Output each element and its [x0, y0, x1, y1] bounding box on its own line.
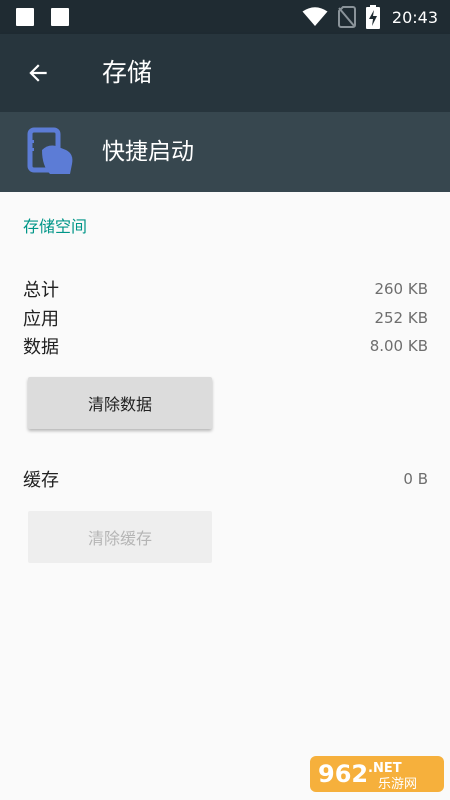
- app-phone-hand-icon: [27, 127, 73, 174]
- back-button[interactable]: [18, 53, 58, 93]
- app-header: 快捷启动: [0, 112, 450, 192]
- toolbar: 存储: [0, 34, 450, 112]
- status-bar: 20:43: [0, 0, 450, 34]
- app-name: 快捷启动: [102, 139, 194, 165]
- status-time: 20:43: [391, 7, 438, 27]
- watermark-logo: 962 .NET 乐游网: [310, 756, 444, 792]
- no-sim-icon: [337, 6, 356, 28]
- row-label: 数据: [23, 337, 59, 358]
- row-label: 总计: [23, 280, 59, 301]
- clear-data-button[interactable]: 清除数据: [28, 377, 212, 429]
- storage-row-app: 应用 252 KB: [23, 304, 428, 332]
- row-label: 缓存: [23, 470, 59, 491]
- notification-square-icon: [51, 8, 69, 26]
- wifi-icon: [302, 7, 328, 26]
- storage-row-data: 数据 8.00 KB: [23, 332, 428, 360]
- arrow-back-icon: [29, 64, 47, 82]
- status-icons: 20:43: [302, 0, 438, 34]
- row-label: 应用: [23, 309, 59, 330]
- notification-square-icon: [16, 8, 34, 26]
- row-value: 252 KB: [374, 309, 428, 327]
- watermark-sub: 乐游网: [378, 777, 417, 792]
- section-title-storage: 存储空间: [23, 217, 88, 236]
- cache-row: 缓存 0 B: [23, 465, 428, 493]
- battery-charging-icon: [365, 5, 380, 29]
- storage-screen: 20:43 存储 快捷启动 存储空间 总计 260 KB 应用 252 KB 数…: [0, 0, 450, 800]
- row-value: 8.00 KB: [369, 337, 428, 355]
- storage-row-total: 总计 260 KB: [23, 275, 428, 303]
- row-value: 260 KB: [374, 280, 428, 298]
- watermark-suffix: .NET: [368, 761, 402, 776]
- clear-cache-button[interactable]: 清除缓存: [28, 511, 212, 563]
- row-value: 0 B: [403, 470, 428, 488]
- watermark-number: 962: [318, 760, 368, 788]
- page-title: 存储: [102, 58, 153, 87]
